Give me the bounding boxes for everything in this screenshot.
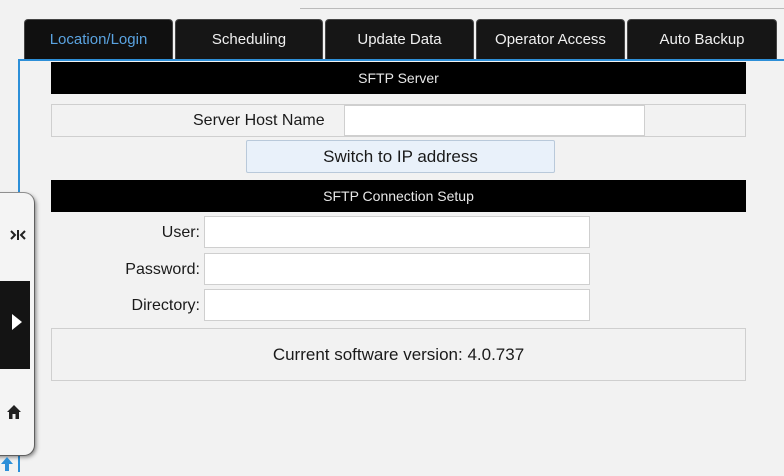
user-label: User: (161, 224, 200, 241)
user-input[interactable] (204, 216, 590, 248)
sftp-server-header: SFTP Server (51, 62, 746, 94)
home-icon[interactable] (6, 404, 22, 424)
host-name-label: Server Host Name (193, 112, 325, 129)
software-version-box: Current software version: 4.0.737 (51, 328, 746, 381)
arrow-up-icon[interactable] (0, 456, 14, 476)
tab-scheduling[interactable]: Scheduling (175, 19, 323, 59)
software-version-text: Current software version: 4.0.737 (272, 344, 525, 364)
play-arrow-icon[interactable] (12, 314, 22, 334)
panel-border-top (18, 59, 784, 61)
password-input[interactable] (204, 253, 590, 285)
tab-operator-access[interactable]: Operator Access (476, 19, 625, 59)
tab-location-login[interactable]: Location/Login (24, 19, 173, 59)
switch-to-ip-button[interactable]: Switch to IP address (246, 140, 555, 173)
tab-bar: Location/Login Scheduling Update Data Op… (24, 19, 781, 59)
directory-label: Directory: (131, 297, 200, 314)
tab-auto-backup[interactable]: Auto Backup (627, 19, 777, 59)
directory-input[interactable] (204, 289, 590, 321)
tab-update-data[interactable]: Update Data (325, 19, 474, 59)
top-divider (300, 8, 784, 9)
drawer-handle-icon[interactable] (10, 228, 26, 246)
password-label: Password: (125, 261, 200, 278)
sftp-connection-header: SFTP Connection Setup (51, 180, 746, 212)
host-name-input[interactable] (344, 105, 645, 136)
